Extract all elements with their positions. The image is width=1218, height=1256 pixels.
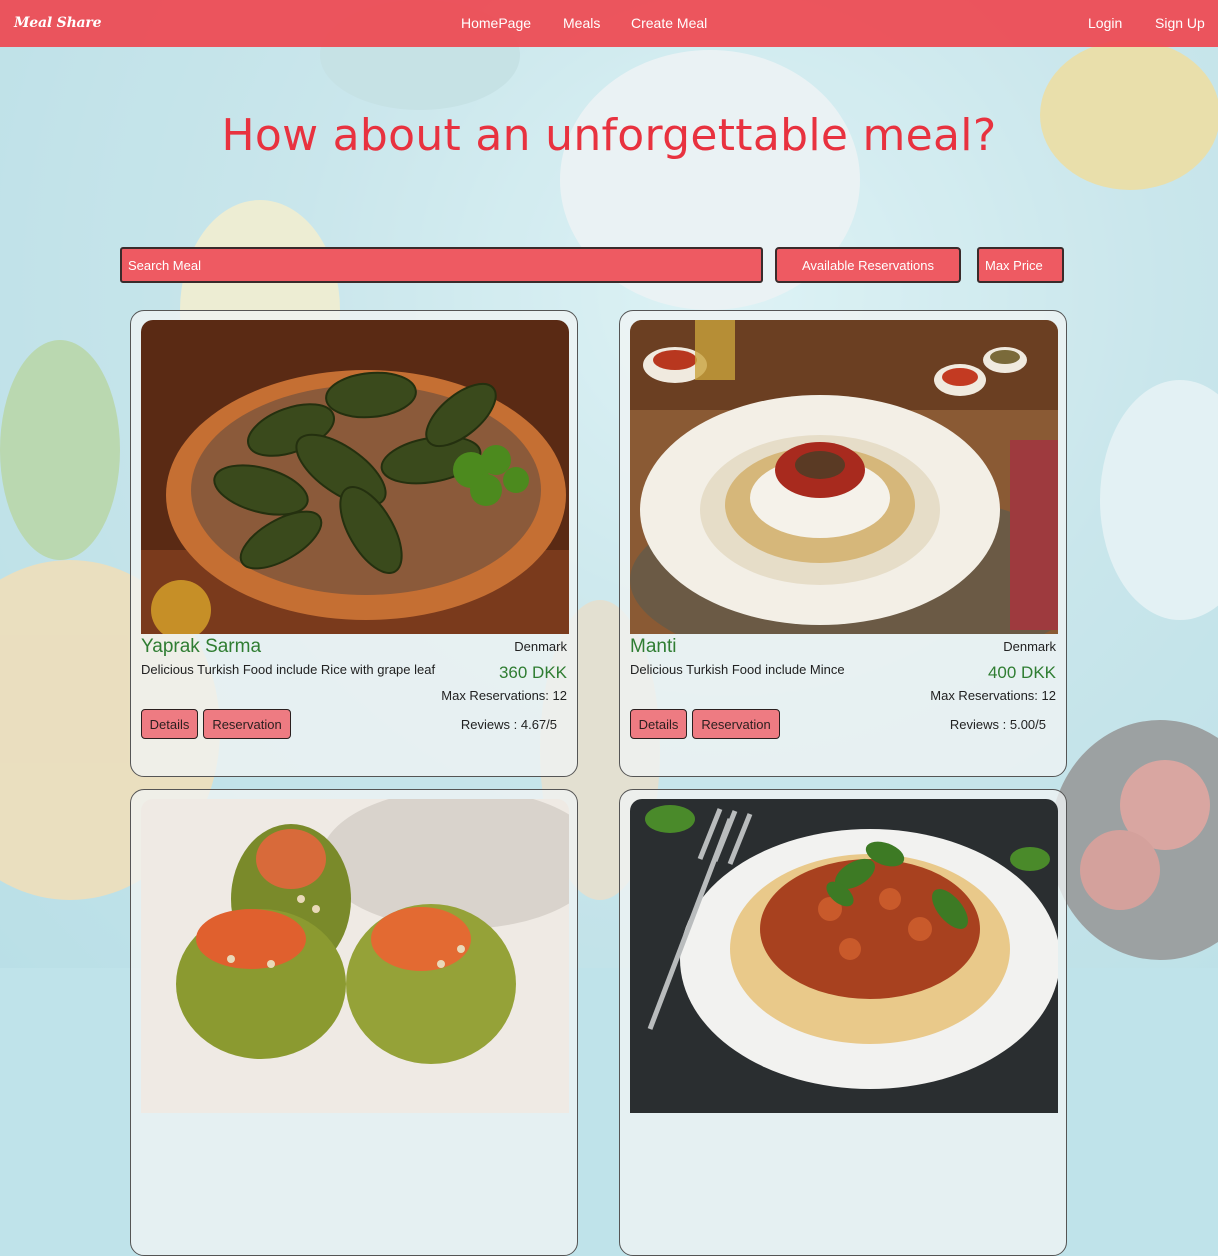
meal-country: Denmark [1003,639,1056,654]
meal-description: Delicious Turkish Food include Rice with… [141,662,436,677]
meal-price: 360 DKK [498,663,567,682]
search-meal-input[interactable] [120,247,763,283]
meal-name[interactable]: Yaprak Sarma [141,636,261,658]
max-reservations: Max Reservations: 12 [441,688,567,703]
meal-photo-spaghetti [630,799,1058,1113]
logo[interactable]: Meal Share [14,15,102,31]
meal-photo-yaprak-sarma [141,320,569,634]
top-navbar: Meal Share HomePage Meals Create Meal Lo… [0,0,1218,47]
reviews-score: Reviews : 4.67/5 [460,717,557,732]
meal-photo-manti [630,320,1058,634]
nav-link-meals[interactable]: Meals [563,15,600,31]
details-button[interactable]: Details [630,709,687,739]
meal-card [130,789,578,1256]
details-button[interactable]: Details [141,709,198,739]
meal-description: Delicious Turkish Food include Mince [630,662,845,677]
hero-title: How about an unforgettable meal? [221,110,997,161]
max-reservations: Max Reservations: 12 [930,688,1056,703]
reservation-button[interactable]: Reservation [203,709,291,739]
nav-link-homepage[interactable]: HomePage [461,15,531,31]
meal-country: Denmark [514,639,567,654]
meal-card [619,789,1067,1256]
max-price-input[interactable] [977,247,1064,283]
reviews-score: Reviews : 5.00/5 [949,717,1046,732]
login-link[interactable]: Login [1088,15,1122,31]
meal-name[interactable]: Manti [630,636,676,658]
meal-price: 400 DKK [987,663,1056,682]
meal-card: Yaprak Sarma Denmark Delicious Turkish F… [130,310,578,777]
meal-photo-stuffed-peppers [141,799,569,1113]
available-reservations-button[interactable]: Available Reservations [775,247,961,283]
meal-card: Manti Denmark Delicious Turkish Food inc… [619,310,1067,777]
nav-link-create-meal[interactable]: Create Meal [631,15,707,31]
signup-link[interactable]: Sign Up [1155,15,1205,31]
reservation-button[interactable]: Reservation [692,709,780,739]
